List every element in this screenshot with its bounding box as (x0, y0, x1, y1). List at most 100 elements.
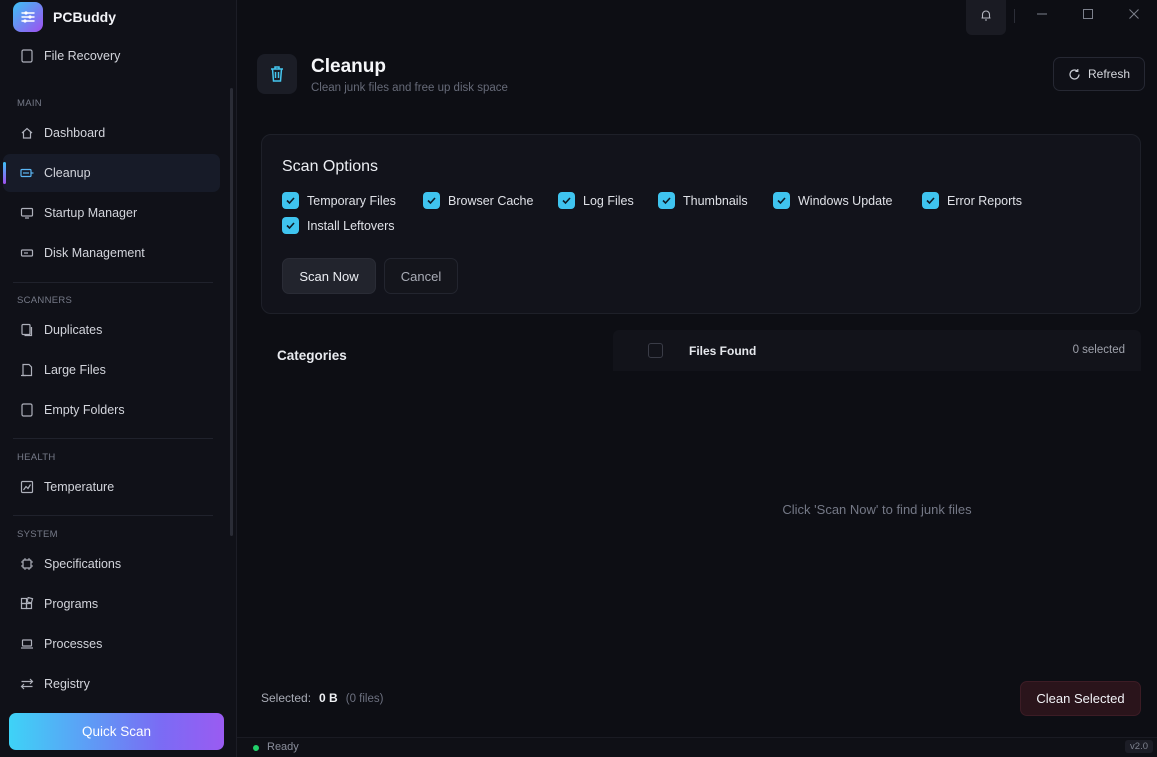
status-bar: Ready v2.0 (237, 737, 1157, 757)
trash-icon (257, 54, 297, 94)
sidebar-item-label: Duplicates (44, 323, 103, 337)
sidebar-item-label: Temperature (44, 480, 115, 494)
refresh-icon (1068, 68, 1081, 81)
sidebar-item-startup-manager[interactable]: Startup Manager (3, 194, 220, 232)
cleanup-icon (20, 166, 34, 180)
sidebar-item-file-recovery[interactable]: File Recovery (3, 37, 220, 75)
checkbox-checked-icon[interactable] (922, 192, 939, 209)
divider (13, 438, 213, 439)
maximize-icon (1082, 7, 1094, 25)
sidebar-item-label: Large Files (44, 363, 106, 377)
option-label: Install Leftovers (307, 218, 395, 233)
home-icon (20, 126, 34, 140)
refresh-label: Refresh (1087, 67, 1131, 81)
refresh-button[interactable]: Refresh (1053, 57, 1145, 91)
option-install-leftovers[interactable]: Install Leftovers (282, 217, 395, 234)
large-file-icon (20, 363, 34, 377)
checkbox-checked-icon[interactable] (658, 192, 675, 209)
option-error-reports[interactable]: Error Reports (922, 192, 1022, 209)
titlebar-separator (1014, 9, 1015, 23)
option-log-files[interactable]: Log Files (558, 192, 634, 209)
sidebar-item-empty-folders[interactable]: Empty Folders (3, 391, 220, 429)
page-subtitle: Clean junk files and free up disk space (311, 82, 508, 94)
selected-size: 0 B (319, 691, 338, 705)
select-all-checkbox[interactable] (648, 343, 663, 358)
sidebar-item-label: Dashboard (44, 126, 106, 140)
selected-count: 0 selected (1072, 344, 1125, 356)
sidebar-item-programs[interactable]: Programs (3, 585, 220, 623)
section-system: SYSTEM (17, 529, 58, 540)
quick-scan-button[interactable]: Quick Scan (9, 713, 224, 750)
sidebar-item-specifications[interactable]: Specifications (3, 545, 220, 583)
files-header: Files Found 0 selected (613, 330, 1141, 371)
swap-icon (20, 677, 34, 691)
app-logo-icon (13, 2, 43, 32)
checkbox-checked-icon[interactable] (423, 192, 440, 209)
option-label: Windows Update (798, 193, 893, 208)
notification-button[interactable] (966, 0, 1006, 35)
checkbox-checked-icon[interactable] (558, 192, 575, 209)
clean-selected-button[interactable]: Clean Selected (1020, 681, 1141, 716)
option-label: Browser Cache (448, 193, 534, 208)
close-icon (1128, 7, 1140, 25)
scan-options-title: Scan Options (282, 158, 379, 175)
brand: PCBuddy (13, 2, 116, 32)
sidebar-item-label: Startup Manager (44, 206, 138, 220)
empty-state-message: Click 'Scan Now' to find junk files (782, 502, 972, 517)
option-temporary-files[interactable]: Temporary Files (282, 192, 396, 209)
duplicate-icon (20, 323, 34, 337)
sidebar-item-disk-management[interactable]: Disk Management (3, 234, 220, 272)
divider (13, 282, 213, 283)
sidebar-item-temperature[interactable]: Temperature (3, 468, 220, 506)
bell-icon (979, 8, 993, 27)
categories-title: Categories (277, 348, 347, 363)
checkbox-checked-icon[interactable] (773, 192, 790, 209)
sidebar-item-large-files[interactable]: Large Files (3, 351, 220, 389)
close-button[interactable] (1122, 6, 1146, 26)
selection-summary: Selected: 0 B (0 files) (261, 691, 383, 705)
sidebar-item-label: Programs (44, 597, 99, 611)
option-label: Error Reports (947, 193, 1023, 208)
app-window: PCBuddy File Recovery MAIN Dashboard Cle… (0, 0, 1157, 757)
selected-files: (0 files) (345, 693, 384, 705)
option-thumbnails[interactable]: Thumbnails (658, 192, 748, 209)
laptop-icon (20, 637, 34, 651)
apps-icon (20, 597, 34, 611)
option-label: Log Files (583, 193, 634, 208)
chip-icon (20, 557, 34, 571)
option-windows-update[interactable]: Windows Update (773, 192, 893, 209)
sidebar-item-registry[interactable]: Registry (3, 665, 220, 703)
chart-icon (20, 480, 34, 494)
sidebar: PCBuddy File Recovery MAIN Dashboard Cle… (0, 0, 237, 757)
checkbox-checked-icon[interactable] (282, 217, 299, 234)
cancel-button[interactable]: Cancel (384, 258, 458, 294)
section-main: MAIN (17, 98, 42, 109)
minimize-icon (1036, 7, 1048, 25)
section-scanners: SCANNERS (17, 295, 73, 306)
monitor-icon (20, 206, 34, 220)
sidebar-item-label: File Recovery (44, 49, 121, 63)
option-label: Thumbnails (683, 193, 748, 208)
sidebar-item-processes[interactable]: Processes (3, 625, 220, 663)
disk-icon (20, 246, 34, 260)
sidebar-item-dashboard[interactable]: Dashboard (3, 114, 220, 152)
checkbox-checked-icon[interactable] (282, 192, 299, 209)
sidebar-item-cleanup[interactable]: Cleanup (3, 154, 220, 192)
sidebar-item-label: Empty Folders (44, 403, 125, 417)
sidebar-item-duplicates[interactable]: Duplicates (3, 311, 220, 349)
page-title: Cleanup (311, 56, 386, 77)
minimize-button[interactable] (1030, 6, 1054, 26)
status-dot-icon (253, 745, 259, 751)
option-label: Temporary Files (307, 193, 396, 208)
divider (13, 515, 213, 516)
sidebar-item-label: Cleanup (44, 166, 91, 180)
option-browser-cache[interactable]: Browser Cache (423, 192, 533, 209)
app-name: PCBuddy (53, 9, 116, 25)
status-text: Ready (267, 741, 299, 753)
folder-icon (20, 403, 34, 417)
scan-options-panel: Scan Options Temporary Files Browser Cac… (261, 134, 1141, 314)
maximize-button[interactable] (1076, 6, 1100, 26)
scan-now-button[interactable]: Scan Now (282, 258, 376, 294)
version-badge: v2.0 (1125, 740, 1153, 753)
sidebar-scrollbar[interactable] (230, 88, 233, 536)
